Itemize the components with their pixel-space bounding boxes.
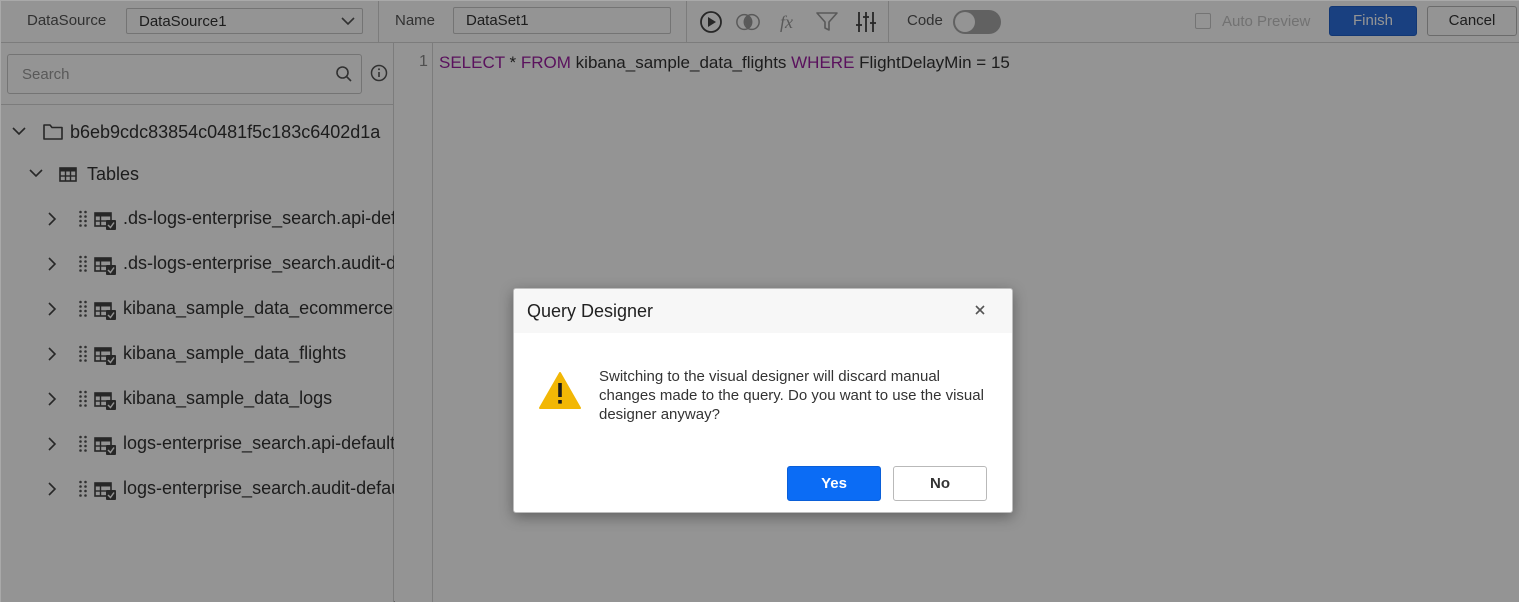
yes-button[interactable]: Yes: [787, 466, 881, 501]
dialog-message: Switching to the visual designer will di…: [599, 368, 984, 423]
dialog-header: Query Designer: [514, 289, 1012, 333]
no-button[interactable]: No: [893, 466, 987, 501]
close-icon[interactable]: [973, 303, 987, 317]
warning-icon: [539, 372, 581, 409]
dialog-body: Switching to the visual designer will di…: [514, 333, 1012, 453]
app-window: DataSource DataSource1 Name DataSet1 fx: [0, 0, 1519, 602]
dialog-title: Query Designer: [527, 301, 654, 321]
query-designer-dialog: Query Designer Switching to the visual d…: [513, 288, 1013, 513]
